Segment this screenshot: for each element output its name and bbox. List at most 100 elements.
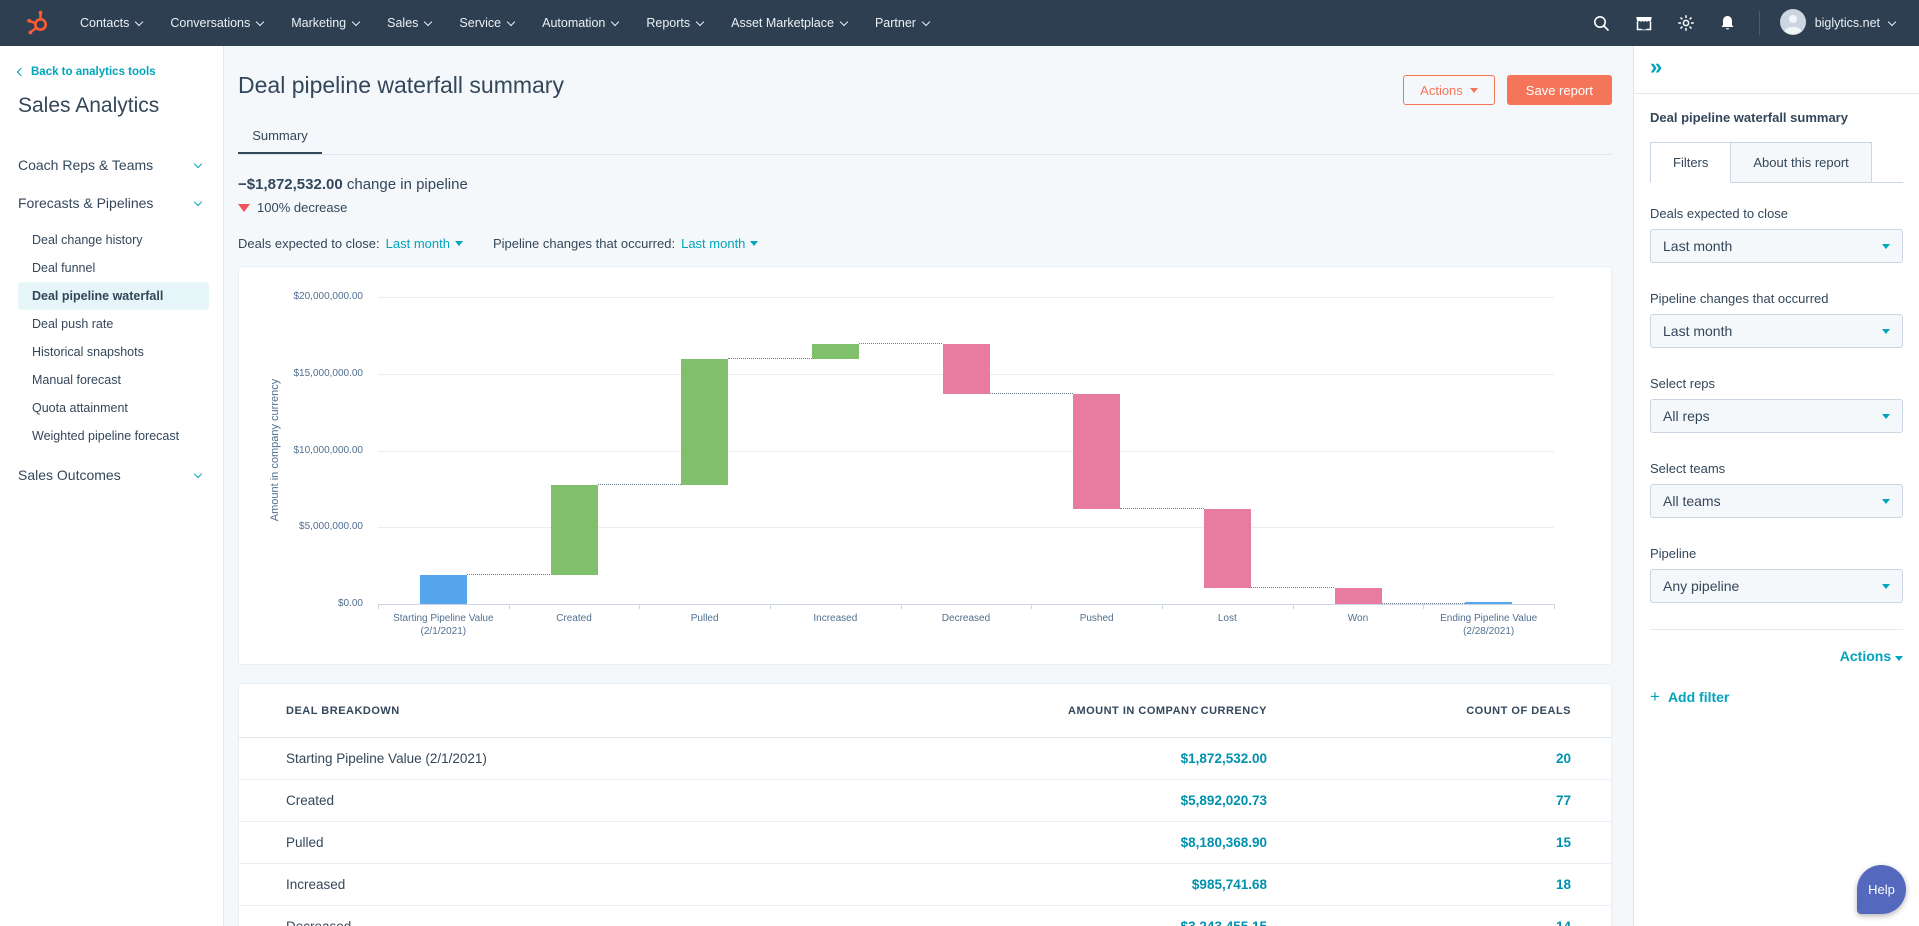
waterfall-connector [598,484,682,485]
panel-tab-filters[interactable]: Filters [1650,142,1731,183]
add-filter-link[interactable]: + Add filter [1650,688,1903,705]
panel-tabs: Filters About this report [1650,142,1903,183]
avatar [1780,9,1806,38]
count-cell[interactable]: 18 [1267,877,1611,892]
notifications-bell-icon[interactable] [1709,0,1747,46]
count-cell[interactable]: 20 [1267,751,1611,766]
account-menu[interactable]: biglytics.net [1772,9,1903,38]
actions-button-label: Actions [1420,83,1463,98]
panel-title: Deal pipeline waterfall summary [1650,110,1848,125]
settings-gear-icon[interactable] [1667,0,1705,46]
bar-decreased[interactable] [943,344,990,394]
waterfall-connector [1120,508,1204,509]
x-axis-label-decreased: Decreased [901,612,1032,625]
sidebar: Back to analytics tools Sales Analytics … [0,46,224,926]
nav-item-sales[interactable]: Sales [373,0,445,46]
waterfall-connector [728,358,812,359]
column-header-count[interactable]: COUNT OF DEALS [1267,705,1611,717]
marketplace-icon[interactable] [1625,0,1663,46]
sidebar-item-historical-snapshots[interactable]: Historical snapshots [18,338,209,366]
nav-right: biglytics.net [1583,0,1903,46]
nav-item-asset-marketplace[interactable]: Asset Marketplace [717,0,861,46]
back-to-analytics-link[interactable]: Back to analytics tools [18,66,223,78]
x-axis-label-lost: Lost [1162,612,1293,625]
caret-down-icon [1470,88,1478,93]
nav-item-partner[interactable]: Partner [861,0,943,46]
search-icon[interactable] [1583,0,1621,46]
sidebar-section-header-sales-outcomes[interactable]: Sales Outcomes [18,456,223,494]
nav-item-reports[interactable]: Reports [632,0,717,46]
bar-pushed[interactable] [1073,394,1120,509]
column-header-deal-breakdown[interactable]: DEAL BREAKDOWN [239,705,847,717]
y-axis-tick-label: $20,000,000.00 [253,291,363,302]
caret-down-icon [1895,656,1903,661]
bar-ending-pipeline-value[interactable] [1465,602,1512,604]
sidebar-section-header-coach-reps-teams[interactable]: Coach Reps & Teams [18,146,223,184]
amount-cell[interactable]: $985,741.68 [847,877,1267,892]
deal-breakdown-cell: Created [239,793,847,808]
amount-cell[interactable]: $3,243,455.15 [847,919,1267,926]
count-cell[interactable]: 15 [1267,835,1611,850]
bar-starting-pipeline-value[interactable] [420,575,467,604]
table-header-row: DEAL BREAKDOWN AMOUNT IN COMPANY CURRENC… [239,684,1611,738]
panel-actions-link[interactable]: Actions [1650,648,1903,664]
actions-button[interactable]: Actions [1403,75,1495,105]
column-header-amount[interactable]: AMOUNT IN COMPANY CURRENCY [847,705,1267,717]
sidebar-section-header-forecasts-pipelines[interactable]: Forecasts & Pipelines [18,184,223,222]
sidebar-item-manual-forecast[interactable]: Manual forecast [18,366,209,394]
x-axis-label-increased: Increased [770,612,901,625]
panel-tab-about[interactable]: About this report [1731,142,1871,183]
account-name: biglytics.net [1815,16,1880,30]
table-row-increased: Increased$985,741.6818 [239,864,1611,906]
count-cell[interactable]: 77 [1267,793,1611,808]
deal-breakdown-cell: Starting Pipeline Value (2/1/2021) [239,751,847,766]
bar-increased[interactable] [812,344,859,359]
chevron-down-icon [352,17,360,25]
amount-cell[interactable]: $1,872,532.00 [847,751,1267,766]
nav-item-marketing[interactable]: Marketing [277,0,373,46]
sidebar-item-quota-attainment[interactable]: Quota attainment [18,394,209,422]
inline-filter-value[interactable]: Last month [386,236,463,251]
save-report-button[interactable]: Save report [1507,75,1612,105]
deal-breakdown-table-card: DEAL BREAKDOWN AMOUNT IN COMPANY CURRENC… [238,683,1612,926]
collapse-panel-icon[interactable]: » [1650,56,1662,78]
panel-filters: Deals expected to closeLast month Pipelin… [1650,206,1903,603]
filter-select-pipeline[interactable]: Any pipeline [1650,569,1903,603]
nav-item-service[interactable]: Service [445,0,528,46]
help-button[interactable]: Help [1857,865,1906,914]
sidebar-item-deal-pipeline-waterfall[interactable]: Deal pipeline waterfall [18,282,209,310]
inline-filters: Deals expected to close: Last month Pipe… [238,236,758,251]
amount-cell[interactable]: $8,180,368.90 [847,835,1267,850]
filter-select-select-reps[interactable]: All reps [1650,399,1903,433]
x-axis-tick [901,604,902,609]
decrease-triangle-icon [238,204,250,212]
sidebar-item-deal-change-history[interactable]: Deal change history [18,226,209,254]
count-cell[interactable]: 14 [1267,919,1611,926]
filter-select-deals-expected-to-close[interactable]: Last month [1650,229,1903,263]
filter-selected-value: Last month [1663,323,1732,339]
amount-cell[interactable]: $5,892,020.73 [847,793,1267,808]
bar-created[interactable] [551,485,598,575]
hubspot-logo-icon[interactable] [26,10,52,36]
sidebar-item-deal-push-rate[interactable]: Deal push rate [18,310,209,338]
filter-select-pipeline-changes-that-occurred[interactable]: Last month [1650,314,1903,348]
inline-filter-value[interactable]: Last month [681,236,758,251]
nav-item-automation[interactable]: Automation [528,0,632,46]
tab-summary[interactable]: Summary [238,128,322,143]
nav-item-contacts[interactable]: Contacts [66,0,156,46]
filter-label-pipeline: Pipeline [1650,546,1903,561]
bar-won[interactable] [1335,588,1382,604]
inline-filter-label: Pipeline changes that occurred: [493,236,675,251]
panel-filter-deals-expected-to-close: Deals expected to closeLast month [1650,206,1903,263]
inline-filter-label: Deals expected to close: [238,236,380,251]
bar-lost[interactable] [1204,509,1251,588]
back-link-label: Back to analytics tools [31,66,156,78]
x-axis-label-starting-pipeline-value: Starting Pipeline Value(2/1/2021) [378,612,509,638]
table-row-decreased: Decreased$3,243,455.1514 [239,906,1611,926]
nav-item-conversations[interactable]: Conversations [156,0,277,46]
sidebar-item-weighted-pipeline-forecast[interactable]: Weighted pipeline forecast [18,422,209,450]
sidebar-item-deal-funnel[interactable]: Deal funnel [18,254,209,282]
filter-select-select-teams[interactable]: All teams [1650,484,1903,518]
caret-down-icon [1882,414,1890,419]
bar-pulled[interactable] [681,359,728,485]
